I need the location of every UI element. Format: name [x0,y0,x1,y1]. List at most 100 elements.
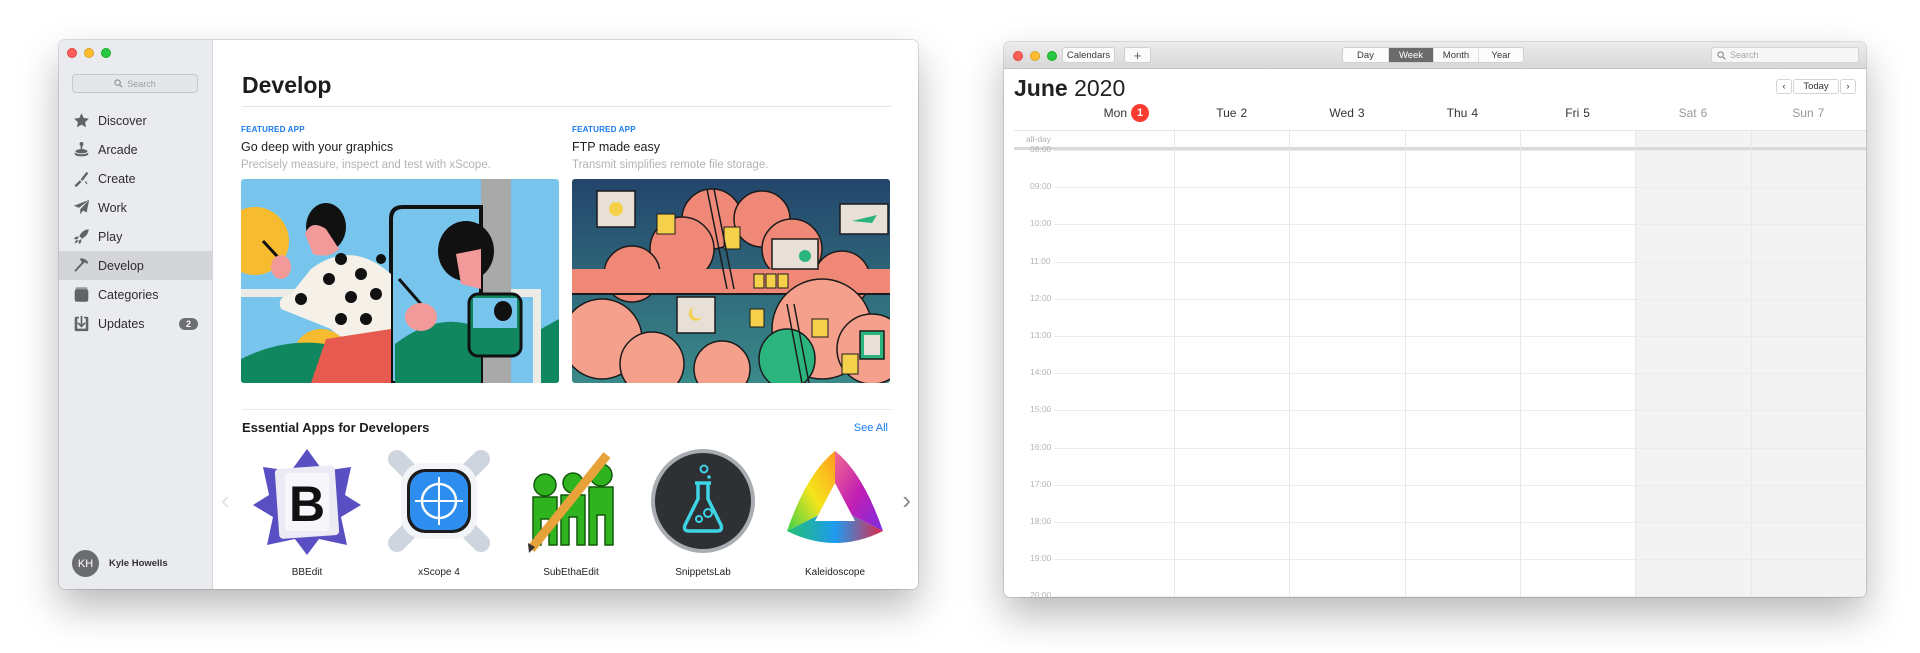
featured-kicker: FEATURED APP [572,125,636,134]
search-icon [1717,50,1726,60]
hour-row-line [1054,410,1866,412]
sidebar-item-arcade[interactable]: Arcade [59,135,212,164]
day-header-wed[interactable]: Wed 3 [1289,104,1404,122]
day-number: 2 [1240,106,1248,120]
month-label: June [1014,75,1068,101]
day-name: Mon [1103,106,1127,120]
featured-subtitle: Precisely measure, inspect and test with… [241,159,491,171]
see-all-link[interactable]: See All [854,422,888,434]
hour-row-line [1054,224,1866,226]
sidebar-item-discover[interactable]: Discover [59,106,212,135]
app-store-window: Search Discover Arcade Create Work Play [59,40,918,589]
app-carousel: B BBEdit xScope 4 SubEthaEdit SnippetsLa… [241,445,901,578]
featured-card-xscope[interactable]: FEATURED APP Go deep with your graphics … [241,125,559,383]
day-column-divider [1520,130,1521,597]
zoom-button[interactable] [101,48,111,58]
sidebar-item-label: Work [98,200,127,215]
hour-row-line [1054,150,1866,151]
day-header-mon[interactable]: Mon 1 [1014,104,1174,122]
search-input[interactable]: Search [72,74,198,93]
featured-illustration-graphics[interactable] [241,179,559,383]
add-event-button[interactable]: + [1124,47,1151,63]
calendar-search-input[interactable]: Search [1711,47,1859,63]
sidebar-item-create[interactable]: Create [59,164,212,193]
sidebar-item-work[interactable]: Work [59,193,212,222]
divider [242,409,891,410]
day-header-fri[interactable]: Fri 5 [1520,104,1635,122]
all-day-label: all-day [1026,134,1052,144]
divider [242,106,891,107]
app-tile-kaleidoscope[interactable]: Kaleidoscope [769,445,901,578]
hour-label: 13:00 [1030,330,1052,340]
day-column-divider [1750,130,1752,597]
calendars-button[interactable]: Calendars [1062,47,1115,63]
day-column-divider [1635,130,1637,597]
stack-icon [72,286,90,304]
carousel-prev-button[interactable]: ‹ [221,485,230,516]
view-week-tab[interactable]: Week [1389,48,1434,62]
week-grid[interactable]: all-day 08:00 09:00 10:00 11:00 12:00 13:00 14… [1014,130,1866,597]
hour-row-line [1054,596,1866,597]
featured-card-transmit[interactable]: FEATURED APP FTP made easy Transmit simp… [572,125,890,383]
minimize-button[interactable] [1030,51,1040,61]
day-header-thu[interactable]: Thu 4 [1405,104,1520,122]
sidebar-item-categories[interactable]: Categories [59,280,212,309]
app-tile-xscope[interactable]: xScope 4 [373,445,505,578]
svg-text:B: B [289,476,325,532]
view-month-tab[interactable]: Month [1434,48,1479,62]
close-button[interactable] [1013,51,1023,61]
day-number: 5 [1583,106,1590,120]
featured-title: FTP made easy [572,140,661,154]
featured-illustration-ftp[interactable] [572,179,890,383]
sidebar-list: Discover Arcade Create Work Play Develop [59,106,212,338]
carousel-next-button[interactable]: › [902,485,911,516]
updates-badge: 2 [178,318,198,330]
sidebar-item-play[interactable]: Play [59,222,212,251]
today-button[interactable]: Today [1793,79,1839,94]
hour-label: 12:00 [1030,292,1052,303]
close-button[interactable] [67,48,77,58]
download-icon [72,315,90,333]
joystick-icon [72,141,90,159]
hour-row-line [1054,484,1866,486]
hammer-icon [72,257,90,275]
sidebar: Search Discover Arcade Create Work Play [59,40,213,589]
day-name: Thu [1446,106,1468,120]
search-icon [114,79,123,88]
sidebar-item-label: Develop [98,258,144,273]
view-switcher: Day Week Month Year [1342,47,1524,63]
day-number: 6 [1700,106,1708,120]
day-header-tue[interactable]: Tue 2 [1174,104,1289,122]
day-header-sun[interactable]: Sun 7 [1751,104,1866,122]
hour-label: 11:00 [1030,255,1051,266]
sidebar-item-develop[interactable]: Develop [59,251,212,280]
day-name: Sun [1792,106,1814,120]
sidebar-item-label: Create [98,171,136,186]
app-tile-subethaedit[interactable]: SubEthaEdit [505,445,637,578]
calendar-toolbar: Calendars + Day Week Month Year Search [1004,42,1866,69]
day-name: Wed [1329,106,1354,120]
hour-row-line [1054,261,1866,263]
view-day-tab[interactable]: Day [1343,48,1389,62]
day-header-sat[interactable]: Sat 6 [1635,104,1750,122]
minimize-button[interactable] [84,48,94,58]
app-tile-snippetslab[interactable]: SnippetsLab [637,445,769,578]
hour-label: 08:00 [1030,144,1052,154]
paper-plane-icon [72,199,90,217]
kaleidoscope-icon [787,451,883,543]
all-day-row[interactable]: all-day [1014,130,1866,147]
user-account[interactable]: KH Kyle Howells [72,550,168,577]
zoom-button[interactable] [1047,51,1057,61]
day-headers: Mon 1 Tue 2 Wed 3 Thu 4 Fri 5 Sat 6 Sun 7 [1014,104,1866,122]
sidebar-item-updates[interactable]: Updates 2 [59,309,212,338]
snippetslab-icon [651,449,755,553]
next-week-button[interactable]: › [1840,79,1856,94]
hour-label: 14:00 [1030,367,1052,378]
previous-week-button[interactable]: ‹ [1776,79,1792,94]
page-title: Develop [242,72,332,98]
view-year-tab[interactable]: Year [1479,48,1523,62]
month-year-title: June 2020 [1014,75,1125,102]
app-tile-bbedit[interactable]: B BBEdit [241,445,373,578]
app-name: Kaleidoscope [804,567,866,578]
hour-label: 18:00 [1030,516,1052,526]
